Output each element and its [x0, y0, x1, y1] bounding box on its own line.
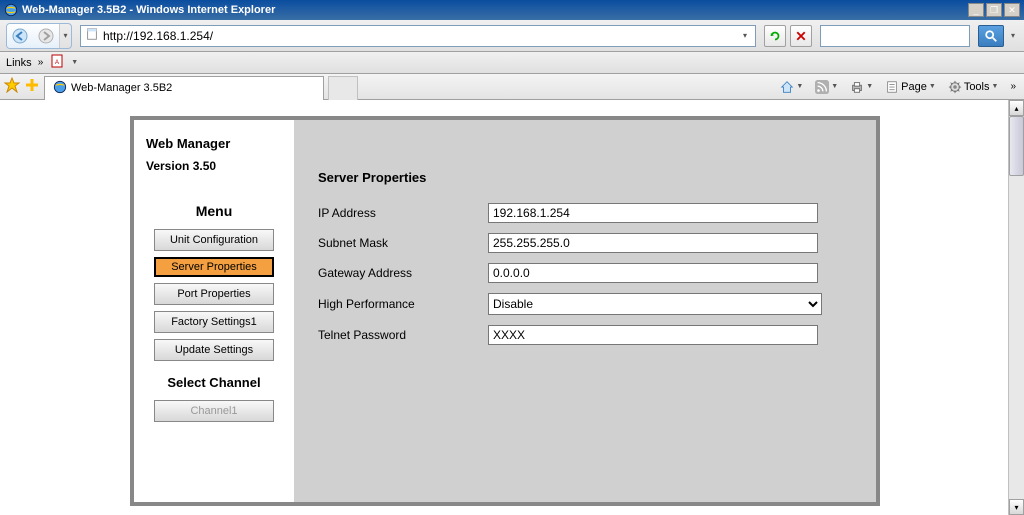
minimize-button[interactable]: _	[968, 3, 984, 17]
tools-menu-label: Tools	[964, 81, 990, 93]
channel1-button[interactable]: Channel1	[154, 400, 274, 422]
high-performance-select[interactable]: Disable	[488, 293, 822, 315]
scroll-thumb[interactable]	[1009, 116, 1024, 176]
close-button[interactable]: ✕	[1004, 3, 1020, 17]
links-toolbar: Links » A ▼	[0, 52, 1024, 74]
section-title: Server Properties	[318, 170, 852, 185]
tools-menu[interactable]: Tools ▼	[944, 78, 1003, 96]
sidebar: Web Manager Version 3.50 Menu Unit Confi…	[134, 120, 294, 502]
forward-button[interactable]	[33, 24, 59, 48]
menu-label: Factory Settings1	[171, 316, 257, 328]
tools-menu-dropdown[interactable]: ▼	[992, 83, 999, 90]
app-version: Version 3.50	[146, 159, 216, 173]
links-expand-icon[interactable]: »	[38, 57, 44, 68]
telnet-password-label: Telnet Password	[318, 328, 488, 342]
address-bar[interactable]: ▾	[80, 25, 756, 47]
back-button[interactable]	[7, 24, 33, 48]
vertical-scrollbar[interactable]: ▴ ▾	[1008, 100, 1024, 515]
scroll-down-button[interactable]: ▾	[1009, 499, 1024, 515]
high-performance-label: High Performance	[318, 297, 488, 311]
menu-label: Unit Configuration	[170, 234, 258, 246]
ie-icon	[53, 80, 67, 97]
ie-icon	[4, 3, 18, 17]
feeds-button[interactable]: ▼	[811, 78, 842, 96]
main-panel: Server Properties IP Address Subnet Mask…	[294, 120, 876, 502]
print-dropdown[interactable]: ▼	[866, 83, 873, 90]
browser-tab[interactable]: Web-Manager 3.5B2	[44, 76, 324, 100]
navigation-toolbar: ▾ ▾ ▾	[0, 20, 1024, 52]
window-controls: _ ❐ ✕	[968, 3, 1020, 17]
window-title-bar: Web-Manager 3.5B2 - Windows Internet Exp…	[0, 0, 1024, 20]
pdf-icon[interactable]: A	[49, 53, 65, 72]
print-button[interactable]: ▼	[846, 78, 877, 96]
home-button[interactable]: ▼	[776, 78, 807, 96]
gateway-address-label: Gateway Address	[318, 266, 488, 280]
menu-label: Channel1	[190, 405, 237, 417]
web-manager-frame: Web Manager Version 3.50 Menu Unit Confi…	[130, 116, 880, 506]
window-title: Web-Manager 3.5B2 - Windows Internet Exp…	[22, 4, 275, 16]
content-area: Web Manager Version 3.50 Menu Unit Confi…	[0, 100, 1024, 515]
page-icon	[85, 27, 99, 44]
new-tab-button[interactable]	[328, 76, 358, 100]
tab-toolbar: Web-Manager 3.5B2 ▼ ▼ ▼ Page ▼ Tools ▼ »	[0, 74, 1024, 100]
select-channel-header: Select Channel	[167, 375, 260, 390]
subnet-mask-label: Subnet Mask	[318, 236, 488, 250]
toolbar-overflow-icon[interactable]: »	[1006, 81, 1020, 92]
gateway-address-input[interactable]	[488, 263, 818, 283]
favorites-icon[interactable]	[4, 77, 20, 96]
svg-text:A: A	[55, 60, 59, 66]
add-favorite-icon[interactable]	[24, 77, 40, 96]
nav-history-dropdown[interactable]: ▾	[59, 24, 71, 48]
menu-factory-settings[interactable]: Factory Settings1	[154, 311, 274, 333]
pdf-dropdown[interactable]: ▼	[71, 59, 78, 66]
search-dropdown[interactable]: ▾	[1008, 31, 1018, 40]
maximize-button[interactable]: ❐	[986, 3, 1002, 17]
scroll-track[interactable]	[1009, 116, 1024, 499]
page-menu[interactable]: Page ▼	[881, 78, 940, 96]
menu-label: Server Properties	[171, 261, 257, 273]
scroll-up-button[interactable]: ▴	[1009, 100, 1024, 116]
tab-title: Web-Manager 3.5B2	[71, 82, 172, 94]
menu-label: Port Properties	[177, 288, 250, 300]
menu-label: Update Settings	[175, 344, 253, 356]
page-menu-label: Page	[901, 81, 927, 93]
search-button[interactable]	[978, 25, 1004, 47]
address-dropdown[interactable]: ▾	[739, 31, 751, 40]
page-menu-dropdown[interactable]: ▼	[929, 83, 936, 90]
menu-update-settings[interactable]: Update Settings	[154, 339, 274, 361]
subnet-mask-input[interactable]	[488, 233, 818, 253]
refresh-button[interactable]	[764, 25, 786, 47]
back-forward-group: ▾	[6, 23, 72, 49]
menu-server-properties[interactable]: Server Properties	[154, 257, 274, 277]
stop-button[interactable]	[790, 25, 812, 47]
home-dropdown[interactable]: ▼	[796, 83, 803, 90]
menu-header: Menu	[196, 203, 233, 219]
address-input[interactable]	[103, 29, 739, 43]
telnet-password-input[interactable]	[488, 325, 818, 345]
menu-unit-configuration[interactable]: Unit Configuration	[154, 229, 274, 251]
links-label: Links	[6, 57, 32, 69]
search-input[interactable]	[820, 25, 970, 47]
app-title: Web Manager	[146, 136, 230, 151]
ip-address-input[interactable]	[488, 203, 818, 223]
ip-address-label: IP Address	[318, 206, 488, 220]
menu-port-properties[interactable]: Port Properties	[154, 283, 274, 305]
feeds-dropdown[interactable]: ▼	[831, 83, 838, 90]
